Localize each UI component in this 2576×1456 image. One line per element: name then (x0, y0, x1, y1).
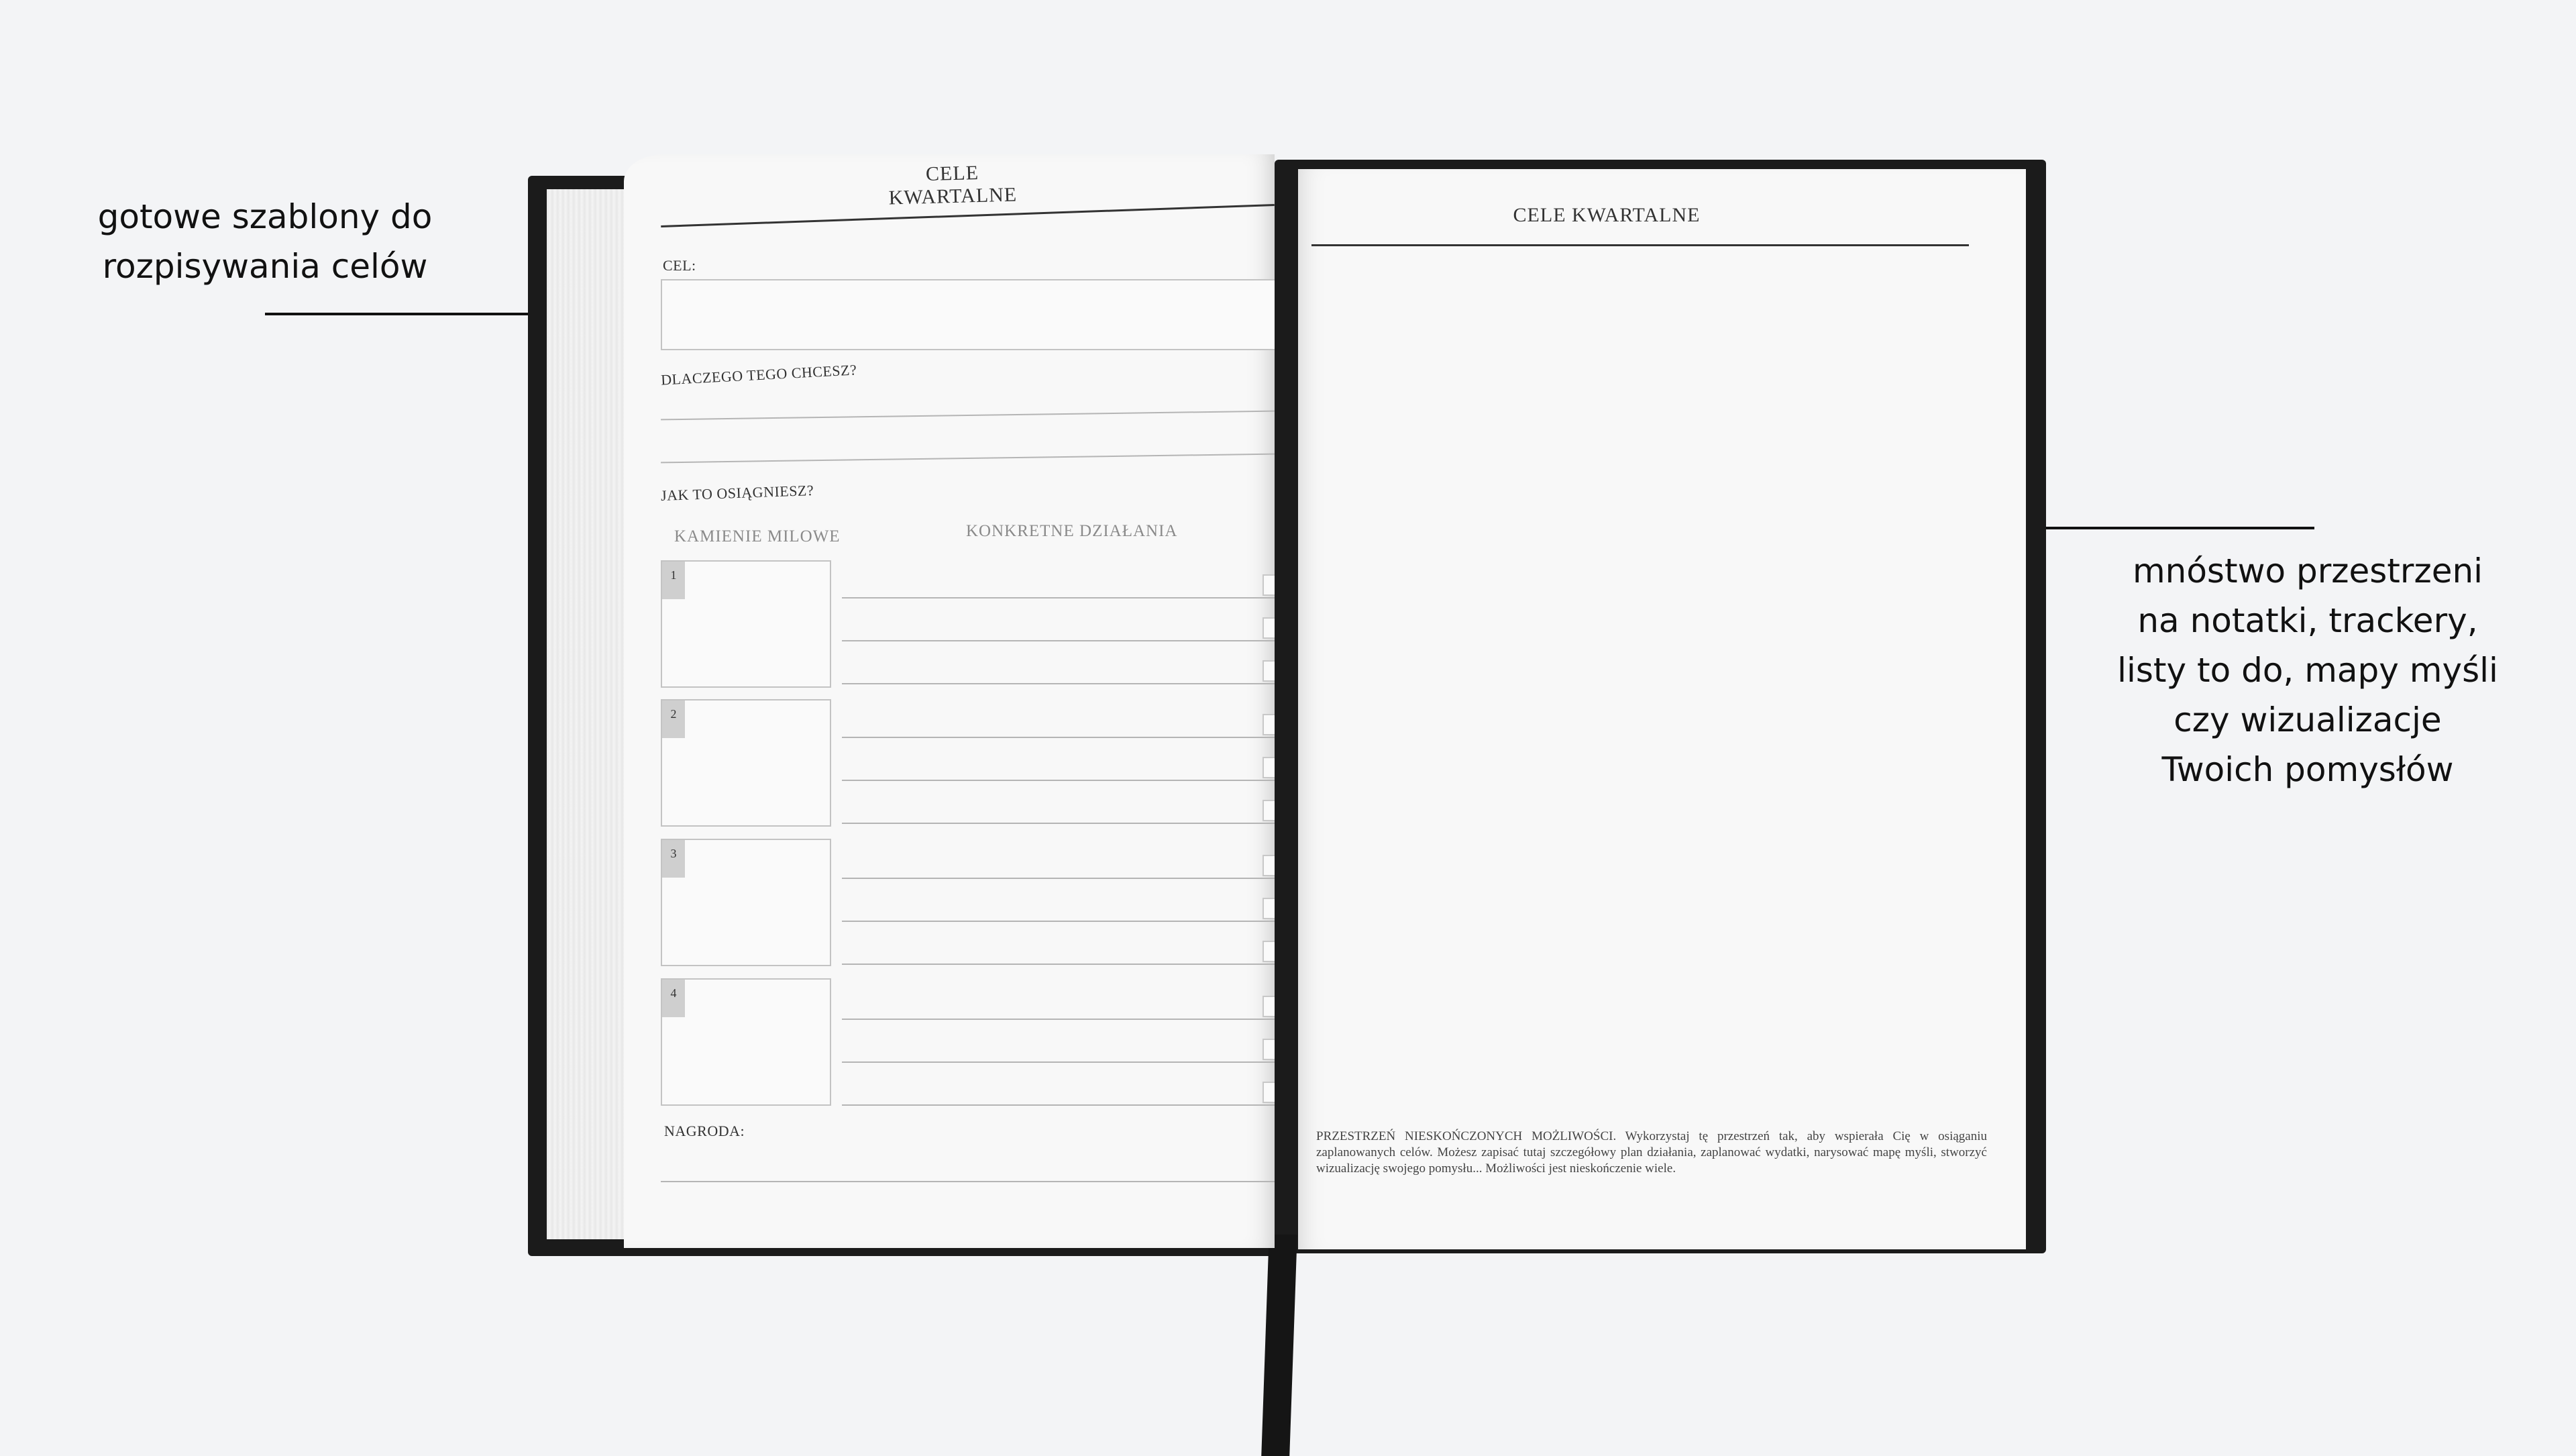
milestone-number: 2 (662, 700, 685, 738)
action-line (842, 878, 1275, 879)
action-checkbox[interactable] (1263, 941, 1275, 962)
goal-field[interactable] (661, 279, 1275, 350)
action-line (842, 737, 1275, 738)
action-checkbox[interactable] (1263, 1082, 1275, 1103)
action-checkbox[interactable] (1263, 996, 1275, 1017)
annotation-space: mnóstwo przestrzeni na notatki, trackery… (2117, 552, 2498, 789)
goal-label: CEL: (663, 257, 696, 274)
milestone-number: 4 (662, 980, 685, 1017)
free-space-footnote: PRZESTRZEŃ NIESKOŃCZONYCH MOŻLIWOŚCI. Wy… (1316, 1129, 1987, 1176)
action-checkbox[interactable] (1263, 1039, 1275, 1060)
action-checkbox[interactable] (1263, 714, 1275, 735)
action-line (842, 921, 1275, 922)
action-line (842, 1061, 1275, 1063)
milestones-header: KAMIENIE MILOWE (674, 527, 841, 545)
action-checkbox[interactable] (1263, 855, 1275, 876)
milestone-number: 1 (662, 562, 685, 599)
action-checkbox[interactable] (1263, 617, 1275, 639)
actions-header: KONKRETNE DZIAŁANIA (966, 522, 1178, 540)
action-line (842, 780, 1275, 781)
action-line (842, 640, 1275, 641)
action-line (842, 823, 1275, 824)
action-checkbox[interactable] (1263, 898, 1275, 919)
milestone-box[interactable] (661, 978, 831, 1106)
bookmark-ribbon (1261, 1235, 1297, 1456)
milestone-number: 3 (662, 840, 685, 878)
right-page-title: CELE KWARTALNE (1513, 204, 1701, 226)
action-line (842, 1104, 1275, 1106)
how-label: JAK TO OSIĄGNIESZ? (660, 482, 814, 504)
why-line-2 (661, 453, 1275, 464)
action-checkbox[interactable] (1263, 800, 1275, 821)
action-line (842, 683, 1275, 684)
left-page-title: CELE KWARTALNE (888, 161, 1018, 209)
why-line-1 (661, 410, 1275, 421)
annotation-templates: gotowe szablony do rozpisywania celów (97, 197, 433, 286)
action-line (842, 1019, 1275, 1020)
title-rule (1311, 244, 1969, 246)
why-label: DLACZEGO TEGO CHCESZ? (660, 361, 857, 388)
action-checkbox[interactable] (1263, 660, 1275, 682)
action-line (842, 964, 1275, 965)
left-page: CELE KWARTALNE CEL: DLACZEGO TEGO CHCESZ… (624, 154, 1275, 1248)
milestone-box[interactable] (661, 699, 831, 827)
right-page: CELE KWARTALNE PRZESTRZEŃ NIESKOŃCZONYCH… (1298, 169, 2026, 1249)
action-checkbox[interactable] (1263, 574, 1275, 596)
milestone-box[interactable] (661, 560, 831, 688)
reward-line (661, 1181, 1275, 1182)
page-edges (547, 189, 626, 1239)
action-line (842, 597, 1275, 599)
milestone-box[interactable] (661, 839, 831, 966)
reward-label: NAGRODA: (664, 1123, 745, 1139)
action-checkbox[interactable] (1263, 757, 1275, 778)
